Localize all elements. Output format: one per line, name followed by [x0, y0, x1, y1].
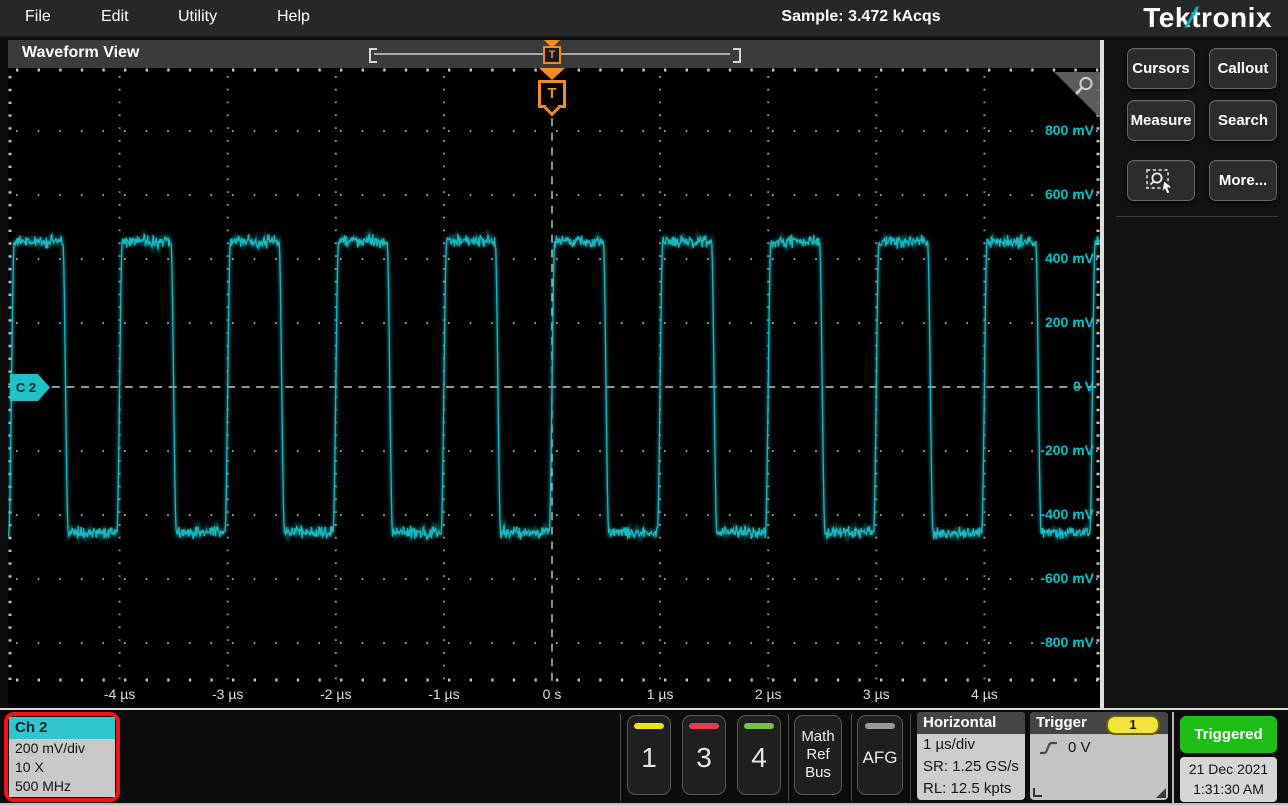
y-tick-label: 800 mV: [1004, 122, 1094, 138]
horizontal-sample-rate: SR: 1.25 GS/s: [917, 756, 1025, 778]
y-tick-label: -400 mV: [1004, 506, 1094, 522]
search-button[interactable]: Search: [1209, 100, 1277, 141]
logo-text-left: Tek: [1143, 2, 1191, 33]
trigger-position-marker[interactable]: T: [543, 46, 561, 64]
channel-4-color-bar: [744, 723, 774, 729]
datetime-badge: 21 Dec 2021 1:31:30 AM: [1180, 757, 1277, 802]
x-tick-label: 4 µs: [949, 686, 1019, 702]
separator: [620, 714, 621, 801]
horizontal-badge[interactable]: Horizontal 1 µs/div SR: 1.25 GS/s RL: 12…: [917, 712, 1025, 800]
time-label: 1:31:30 AM: [1180, 779, 1277, 799]
menu-help[interactable]: Help: [277, 8, 310, 26]
channel-2-attenuation: 10 X: [9, 758, 115, 777]
callout-button[interactable]: Callout: [1209, 48, 1277, 89]
trigger-indicator-arrow-icon: [539, 68, 565, 80]
measure-button[interactable]: Measure: [1127, 100, 1195, 141]
trigger-badge[interactable]: Trigger 1 0 V: [1030, 712, 1168, 800]
acquisition-readout: Sample: 3.472 kAcqs: [756, 8, 966, 26]
channel-2-badge-title: Ch 2: [9, 717, 115, 739]
overview-left-bracket-icon: [369, 48, 377, 63]
x-tick-label: 1 µs: [625, 686, 695, 702]
waveform-view-panel: Waveform View T T C 2 800 mV600 mV400 mV…: [8, 40, 1100, 708]
horizontal-badge-title: Horizontal: [917, 712, 1025, 734]
channel-4-label: 4: [738, 742, 780, 774]
channel-2-scale: 200 mV/div: [9, 739, 115, 758]
trigger-level: 0 V: [1068, 739, 1091, 756]
date-label: 21 Dec 2021: [1180, 759, 1277, 779]
channel-2-badge-highlight: Ch 2 200 mV/div 10 X 500 MHz: [4, 712, 120, 802]
afg-button[interactable]: AFG: [857, 715, 903, 795]
overview-right-bracket-icon: [733, 48, 741, 63]
trigger-source-badge: 1: [1106, 715, 1160, 735]
channel-2-badge[interactable]: Ch 2 200 mV/div 10 X 500 MHz: [9, 717, 115, 797]
oscilloscope-screen: File Edit Utility Help Sample: 3.472 kAc…: [0, 0, 1288, 805]
settings-bar: Ch 2 200 mV/div 10 X 500 MHz 1 3 4 Math …: [0, 710, 1288, 805]
trigger-badge-resize-icon: [1156, 788, 1166, 798]
y-tick-label: 600 mV: [1004, 186, 1094, 202]
y-tick-label: -600 mV: [1004, 570, 1094, 586]
trigger-status-badge: Triggered: [1180, 716, 1277, 753]
x-tick-label: 3 µs: [841, 686, 911, 702]
horizontal-record-length: RL: 12.5 kpts: [917, 778, 1025, 800]
channel-2-bandwidth: 500 MHz: [9, 777, 115, 796]
waveform-svg: [8, 68, 1100, 682]
y-tick-label: 0 V: [1004, 378, 1094, 394]
separator: [910, 714, 911, 801]
channel-1-button[interactable]: 1: [627, 715, 671, 795]
channel-1-color-bar: [634, 723, 664, 729]
y-tick-label: 200 mV: [1004, 314, 1094, 330]
menu-utility[interactable]: Utility: [178, 8, 217, 26]
math-ref-bus-label: Math Ref Bus: [795, 728, 841, 782]
results-bar: Cursors Callout Measure Search More...: [1104, 40, 1288, 708]
horizontal-scale: 1 µs/div: [917, 734, 1025, 756]
trigger-badge-grip-icon: [1033, 788, 1042, 797]
tektronix-logo: Tek/tronix: [1143, 2, 1272, 34]
waveform-view-title: Waveform View: [22, 44, 139, 62]
channel-3-label: 3: [683, 742, 725, 774]
channel-3-button[interactable]: 3: [682, 715, 726, 795]
separator: [851, 714, 852, 801]
cursors-button[interactable]: Cursors: [1127, 48, 1195, 89]
separator: [788, 714, 789, 801]
results-bar-separator: [1116, 216, 1278, 217]
x-tick-label: 0 s: [517, 686, 587, 702]
x-tick-label: 2 µs: [733, 686, 803, 702]
channel-4-button[interactable]: 4: [737, 715, 781, 795]
channel-3-color-bar: [689, 723, 719, 729]
afg-label: AFG: [858, 748, 902, 768]
afg-color-bar: [865, 723, 895, 729]
y-tick-label: -800 mV: [1004, 634, 1094, 650]
x-tick-label: -1 µs: [409, 686, 479, 702]
x-tick-label: -3 µs: [193, 686, 263, 702]
x-tick-label: -2 µs: [301, 686, 371, 702]
zoom-select-icon: [1145, 167, 1177, 195]
x-tick-label: -4 µs: [85, 686, 155, 702]
y-tick-label: -200 mV: [1004, 442, 1094, 458]
y-tick-label: 400 mV: [1004, 250, 1094, 266]
channel-1-label: 1: [628, 742, 670, 774]
menu-edit[interactable]: Edit: [101, 8, 129, 26]
waveform-view-header[interactable]: Waveform View T: [8, 40, 1100, 68]
zoom-select-button[interactable]: [1127, 160, 1195, 201]
trigger-indicator-flag[interactable]: T: [538, 80, 566, 108]
more-button[interactable]: More...: [1209, 160, 1277, 201]
separator: [1172, 712, 1174, 804]
menu-bar: File Edit Utility Help Sample: 3.472 kAc…: [0, 0, 1288, 38]
math-ref-bus-button[interactable]: Math Ref Bus: [794, 715, 842, 795]
menu-file[interactable]: File: [25, 8, 51, 26]
rising-edge-icon: [1038, 740, 1060, 756]
logo-text-right: tronix: [1191, 2, 1272, 33]
x-axis-row: -4 µs -3 µs -2 µs -1 µs 0 s 1 µs 2 µs 3 µs 4 µs: [8, 682, 1100, 708]
graticule[interactable]: T C 2 800 mV600 mV400 mV200 mV0 V-200 mV…: [8, 68, 1100, 682]
